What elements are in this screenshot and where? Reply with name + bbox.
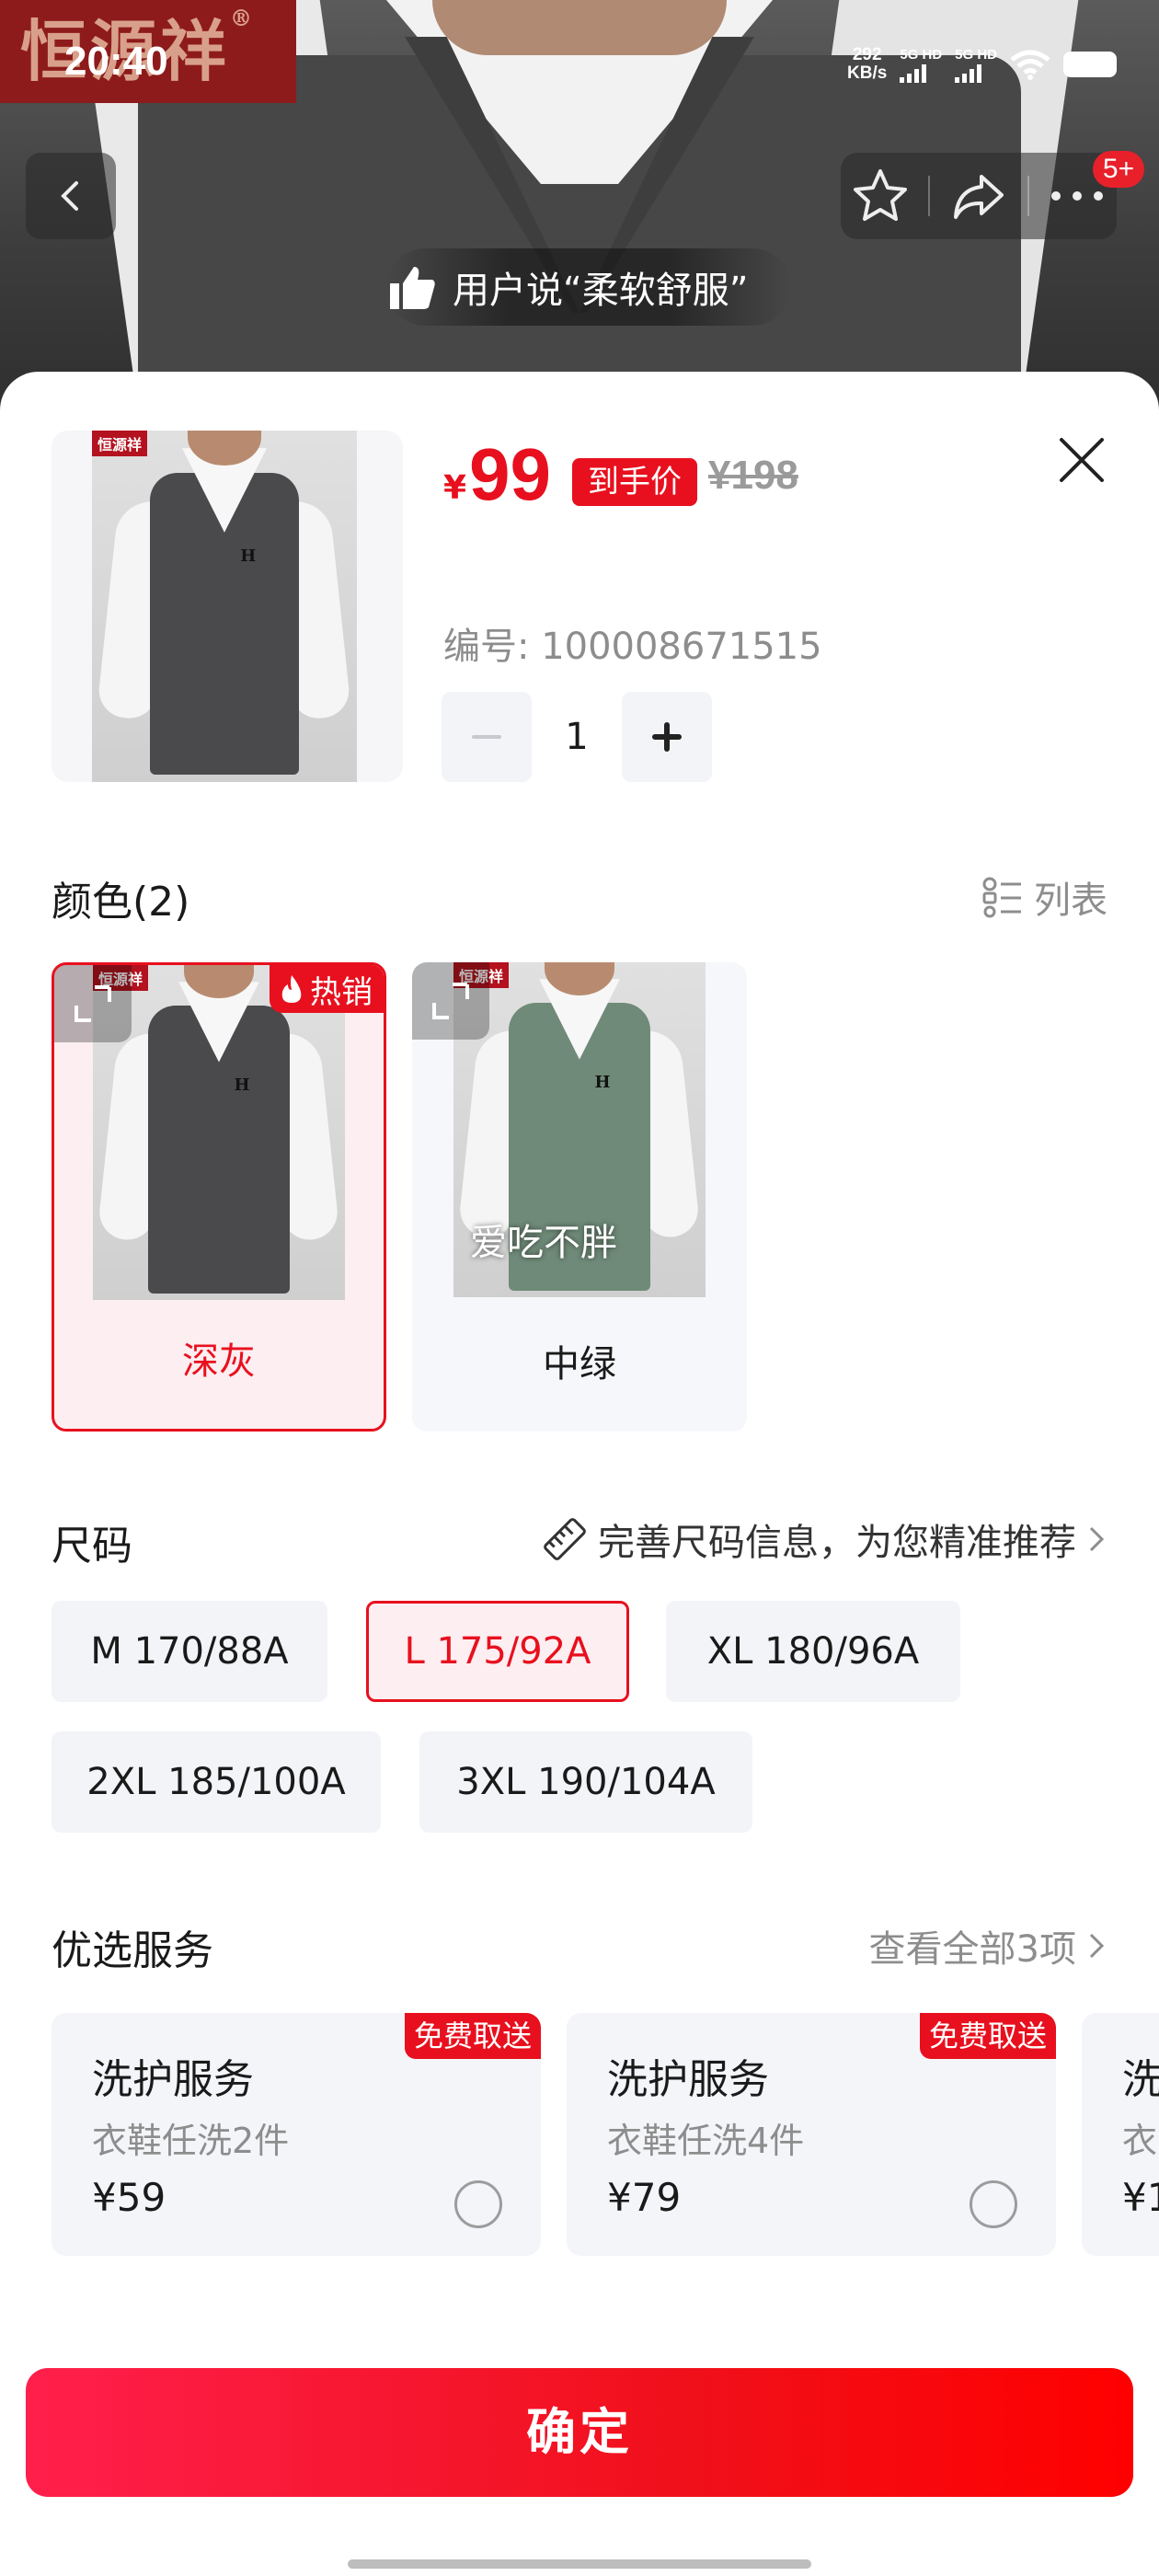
free-pickup-badge: 免费取送	[919, 2013, 1056, 2059]
price-value: 99	[469, 433, 551, 515]
service-card-partial[interactable]: 洗 衣 ¥1	[1082, 2013, 1159, 2256]
service-title: 洗	[1122, 2056, 1159, 2103]
chevron-right-icon	[1089, 1933, 1105, 1959]
battery-icon	[1063, 52, 1117, 77]
service-title: 洗护服务	[607, 2056, 769, 2103]
final-price-tag: 到手价	[572, 458, 697, 506]
network-speed: 292 KB/s	[847, 45, 888, 83]
quantity-value[interactable]: 1	[532, 692, 622, 782]
free-pickup-badge: 免费取送	[404, 2013, 541, 2059]
service-price: ¥1	[1122, 2175, 1159, 2220]
close-icon	[1060, 438, 1104, 482]
service-desc: 衣鞋任洗2件	[92, 2121, 290, 2161]
size-option[interactable]: 3XL 190/104A	[419, 1731, 752, 1833]
back-button[interactable]	[26, 153, 116, 239]
status-time: 20:40	[64, 39, 168, 84]
service-card[interactable]: 免费取送 洗护服务 衣鞋任洗2件 ¥59	[52, 2013, 541, 2256]
signal-sim1-icon: 5G HD	[900, 47, 942, 83]
signal-sim2-icon: 5G HD	[955, 47, 997, 83]
service-card[interactable]: 免费取送 洗护服务 衣鞋任洗4件 ¥79	[567, 2013, 1056, 2256]
list-view-toggle[interactable]: 列表	[981, 870, 1107, 924]
price-currency: ¥	[443, 469, 467, 507]
service-title: 洗护服务	[92, 2056, 254, 2103]
quantity-increase-button[interactable]	[622, 692, 712, 782]
color-option-dark-gray[interactable]: H 恒源祥 热销 深灰	[52, 962, 386, 1432]
original-price: ¥198	[708, 453, 798, 498]
color-label: 中绿	[543, 1343, 616, 1386]
size-recommend-link[interactable]: 完善尺码信息，为您精准推荐	[541, 1512, 1107, 1566]
color-section-title: 颜色(2)	[52, 879, 190, 926]
color-label: 深灰	[182, 1340, 256, 1383]
service-desc: 衣	[1122, 2121, 1158, 2161]
more-icon[interactable]	[1047, 187, 1107, 205]
service-section-title: 优选服务	[52, 1927, 213, 1974]
image-overlay-text: 爱吃不胖	[470, 1222, 617, 1264]
brand-mini-tag: 恒源祥	[92, 431, 148, 456]
service-price: ¥79	[607, 2175, 682, 2220]
service-desc: 衣鞋任洗4件	[607, 2121, 805, 2161]
size-option[interactable]: 2XL 185/100A	[52, 1731, 381, 1833]
status-bar-right: 292 KB/s 5G HD 5G HD	[847, 46, 1117, 83]
fire-icon	[281, 975, 302, 1003]
size-section-title: 尺码	[52, 1523, 132, 1570]
size-option-selected[interactable]: L 175/92A	[366, 1601, 629, 1702]
chevron-left-icon	[61, 181, 78, 211]
top-action-group	[841, 153, 1117, 239]
service-price: ¥59	[92, 2175, 166, 2220]
review-highlight-pill: 用户说“柔软舒服”	[386, 248, 791, 326]
wifi-icon	[1010, 50, 1050, 80]
quantity-decrease-button[interactable]	[442, 692, 532, 782]
home-indicator[interactable]	[348, 2559, 811, 2569]
service-radio[interactable]	[454, 2180, 502, 2228]
product-thumbnail[interactable]: H 恒源祥	[52, 431, 403, 782]
chevron-right-icon	[1089, 1526, 1105, 1552]
size-option[interactable]: M 170/88A	[52, 1601, 327, 1702]
minus-icon	[472, 735, 501, 739]
notification-badge: 5+	[1093, 151, 1144, 188]
favorite-star-icon[interactable]	[850, 166, 911, 226]
list-icon	[982, 877, 1021, 918]
service-radio[interactable]	[970, 2180, 1017, 2228]
plus-icon	[652, 722, 682, 752]
close-button[interactable]	[1054, 432, 1109, 488]
expand-image-icon[interactable]	[412, 962, 489, 1040]
view-all-services-link[interactable]: 查看全部3项	[869, 1919, 1107, 1972]
ruler-icon	[544, 1518, 586, 1560]
hot-sale-badge: 热销	[270, 965, 384, 1013]
size-option[interactable]: XL 180/96A	[666, 1601, 960, 1702]
expand-image-icon[interactable]	[54, 965, 132, 1042]
thumbs-up-icon	[390, 267, 435, 309]
confirm-button[interactable]: 确定	[26, 2368, 1133, 2497]
sku-number: 编号: 100008671515	[443, 626, 822, 668]
color-option-medium-green[interactable]: H 恒源祥 爱吃不胖 中绿	[412, 962, 747, 1432]
share-icon[interactable]	[948, 166, 1009, 226]
